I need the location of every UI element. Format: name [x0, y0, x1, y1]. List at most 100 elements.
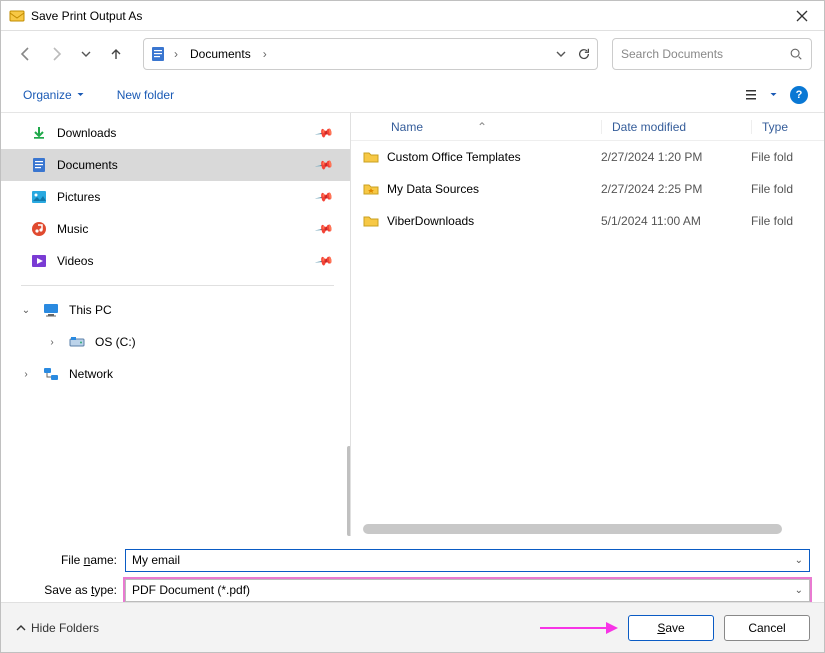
breadcrumb-documents[interactable]: Documents — [186, 45, 255, 63]
address-dropdown-icon[interactable] — [555, 48, 567, 60]
help-button[interactable]: ? — [790, 86, 808, 104]
sidebar-item-thispc[interactable]: ⌄ This PC — [1, 294, 350, 326]
sidebar-label: This PC — [69, 303, 112, 317]
chevron-right-icon[interactable]: › — [45, 337, 59, 348]
file-name: ViberDownloads — [387, 214, 474, 228]
column-name[interactable]: Name ⌃ — [351, 120, 601, 134]
sidebar-item-videos[interactable]: Videos 📌 — [1, 245, 350, 277]
scrollbar-thumb[interactable] — [363, 524, 782, 534]
list-body: Custom Office Templates 2/27/2024 1:20 P… — [351, 141, 824, 536]
sidebar-item-pictures[interactable]: Pictures 📌 — [1, 181, 350, 213]
form-area: File name: My email ⌄ Save as type: PDF … — [1, 536, 824, 604]
recent-dropdown[interactable] — [73, 41, 99, 67]
file-date: 5/1/2024 11:00 AM — [601, 214, 751, 228]
refresh-button[interactable] — [577, 47, 591, 61]
new-folder-button[interactable]: New folder — [111, 84, 180, 106]
chevron-down-icon[interactable]: ⌄ — [795, 585, 803, 596]
hide-folders-button[interactable]: Hide Folders — [15, 621, 99, 635]
savetype-select[interactable]: PDF Document (*.pdf) ⌄ — [125, 579, 810, 602]
sidebar-label: Documents — [57, 158, 118, 172]
column-name-label: Name — [391, 120, 423, 134]
filename-label: File name: — [15, 553, 125, 567]
main-area: Downloads 📌 Documents 📌 Pictures 📌 Music… — [1, 113, 824, 536]
app-icon — [9, 8, 25, 24]
sidebar-label: Pictures — [57, 190, 100, 204]
back-button[interactable] — [13, 41, 39, 67]
chevron-right-icon[interactable]: › — [19, 369, 33, 380]
address-bar[interactable]: › Documents › — [143, 38, 598, 70]
filename-value: My email — [132, 553, 180, 567]
cancel-button[interactable]: Cancel — [724, 615, 810, 641]
column-date-label: Date modified — [612, 120, 686, 134]
footer: Hide Folders Save Cancel — [1, 602, 824, 652]
chevron-right-icon[interactable]: › — [261, 47, 269, 61]
sidebar-item-music[interactable]: Music 📌 — [1, 213, 350, 245]
file-name: Custom Office Templates — [387, 150, 521, 164]
table-row[interactable]: Custom Office Templates 2/27/2024 1:20 P… — [351, 141, 824, 173]
file-type: File fold — [751, 182, 816, 196]
pin-icon: 📌 — [314, 155, 334, 175]
horizontal-scrollbar[interactable] — [363, 524, 818, 534]
sidebar-item-network[interactable]: › Network — [1, 358, 350, 390]
drive-icon — [69, 334, 85, 350]
savetype-label: Save as type: — [15, 583, 125, 597]
file-list: Name ⌃ Date modified Type Custom Office … — [351, 113, 824, 536]
organize-button[interactable]: Organize — [17, 84, 91, 106]
file-type: File fold — [751, 150, 816, 164]
chevron-down-icon[interactable]: ⌄ — [19, 305, 33, 316]
table-row[interactable]: My Data Sources 2/27/2024 2:25 PM File f… — [351, 173, 824, 205]
sidebar-item-downloads[interactable]: Downloads 📌 — [1, 117, 350, 149]
pin-icon: 📌 — [314, 123, 334, 143]
column-type[interactable]: Type — [751, 120, 816, 134]
sidebar-divider — [21, 285, 334, 286]
file-type: File fold — [751, 214, 816, 228]
doc-icon — [31, 157, 47, 173]
close-button[interactable] — [788, 6, 816, 26]
search-placeholder: Search Documents — [621, 47, 789, 61]
title-bar: Save Print Output As — [1, 1, 824, 31]
file-date: 2/27/2024 2:25 PM — [601, 182, 751, 196]
download-icon — [31, 125, 47, 141]
annotation-arrow — [540, 622, 618, 634]
save-button[interactable]: Save — [628, 615, 714, 641]
search-icon — [789, 47, 803, 61]
sidebar-label: Music — [57, 222, 88, 236]
pictures-icon — [31, 189, 47, 205]
sidebar-label: Videos — [57, 254, 93, 268]
cancel-label: Cancel — [748, 621, 785, 635]
music-icon — [31, 221, 47, 237]
sidebar-item-documents[interactable]: Documents 📌 — [1, 149, 350, 181]
column-date[interactable]: Date modified — [601, 120, 751, 134]
chevron-down-icon[interactable]: ⌄ — [795, 555, 803, 566]
file-name: My Data Sources — [387, 182, 479, 196]
file-date: 2/27/2024 1:20 PM — [601, 150, 751, 164]
folder-star-icon — [363, 181, 379, 197]
sidebar-label: OS (C:) — [95, 335, 136, 349]
pin-icon: 📌 — [314, 219, 334, 239]
view-dropdown[interactable] — [766, 82, 780, 108]
folder-icon — [363, 213, 379, 229]
toolbar-row: Organize New folder ? — [1, 77, 824, 113]
filename-input[interactable]: My email ⌄ — [125, 549, 810, 572]
forward-button[interactable] — [43, 41, 69, 67]
up-button[interactable] — [103, 41, 129, 67]
search-input[interactable]: Search Documents — [612, 38, 812, 70]
doc-icon — [150, 46, 166, 62]
sort-indicator-icon: ⌃ — [477, 120, 487, 134]
pin-icon: 📌 — [314, 187, 334, 207]
view-button[interactable] — [740, 82, 766, 108]
column-type-label: Type — [762, 120, 788, 134]
sidebar: Downloads 📌 Documents 📌 Pictures 📌 Music… — [1, 113, 351, 536]
chevron-up-icon — [15, 622, 27, 634]
table-row[interactable]: ViberDownloads 5/1/2024 11:00 AM File fo… — [351, 205, 824, 237]
pin-icon: 📌 — [314, 251, 334, 271]
network-icon — [43, 366, 59, 382]
folder-icon — [363, 149, 379, 165]
sidebar-label: Network — [69, 367, 113, 381]
pc-icon — [43, 302, 59, 318]
sidebar-item-osc[interactable]: › OS (C:) — [1, 326, 350, 358]
organize-label: Organize — [23, 88, 72, 102]
hide-folders-label: Hide Folders — [31, 621, 99, 635]
chevron-right-icon[interactable]: › — [172, 47, 180, 61]
window-title: Save Print Output As — [31, 9, 788, 23]
